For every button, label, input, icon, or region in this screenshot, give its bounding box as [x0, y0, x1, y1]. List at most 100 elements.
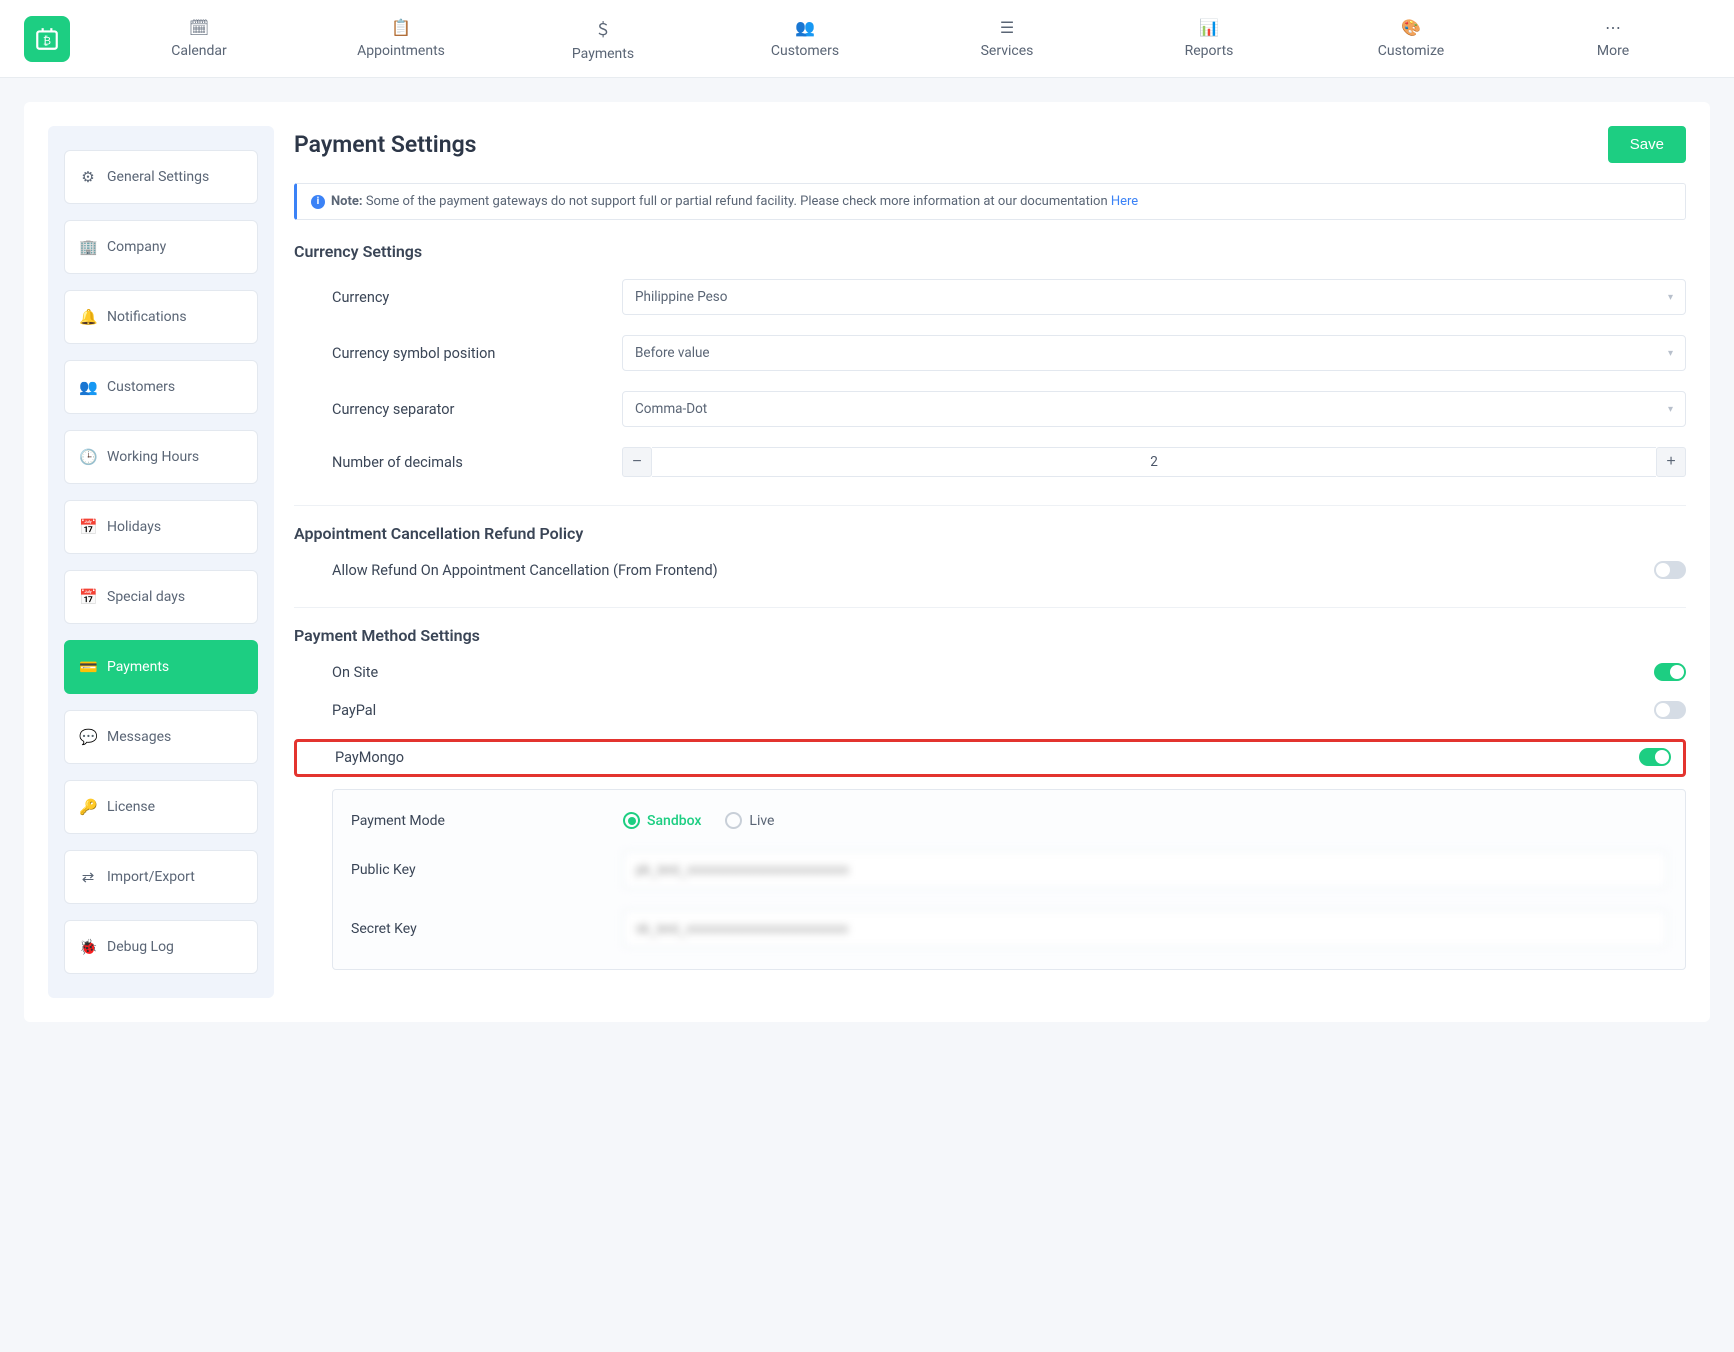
sidebar-icon: 💳: [79, 658, 97, 676]
sidebar-label: Debug Log: [107, 939, 174, 955]
svg-text:₿: ₿: [43, 34, 51, 47]
nav-payments[interactable]: ＄ Payments: [506, 16, 700, 62]
sidebar-label: Notifications: [107, 309, 187, 325]
decimals-label: Number of decimals: [332, 454, 622, 471]
sidebar-item-special-days[interactable]: 📅Special days: [64, 570, 258, 624]
currency-select[interactable]: Philippine Peso ▾: [622, 279, 1686, 315]
nav-label: Services: [981, 43, 1034, 59]
section-title-refund: Appointment Cancellation Refund Policy: [294, 524, 1686, 543]
note-text: Some of the payment gateways do not supp…: [363, 194, 1111, 209]
sidebar-label: Import/Export: [107, 869, 195, 885]
paymongo-highlight: PayMongo: [294, 739, 1686, 777]
page-title: Payment Settings: [294, 131, 476, 158]
sidebar-icon: 🔔: [79, 308, 97, 326]
allow-refund-toggle[interactable]: [1654, 561, 1686, 579]
radio-circle-icon: [725, 812, 742, 829]
calendar-icon: 🗓: [189, 18, 209, 37]
sidebar-item-import-export[interactable]: ⇄ Import/Export: [64, 850, 258, 904]
sidebar-icon: 📅: [79, 518, 97, 536]
sidebar-label: License: [107, 799, 155, 815]
note-banner: i Note: Some of the payment gateways do …: [294, 183, 1686, 220]
save-button[interactable]: Save: [1608, 126, 1686, 163]
public-key-input[interactable]: [623, 851, 1667, 888]
separator-label: Currency separator: [332, 401, 622, 418]
sidebar-item-working-hours[interactable]: 🕒 Working Hours: [64, 430, 258, 484]
nav-more[interactable]: ⋯ More: [1516, 18, 1710, 59]
decrement-button[interactable]: −: [622, 447, 652, 477]
sidebar-label: Holidays: [107, 519, 161, 535]
sidebar-icon: 💬: [79, 728, 97, 746]
separator-select[interactable]: Comma-Dot ▾: [622, 391, 1686, 427]
radio-sandbox[interactable]: Sandbox: [623, 812, 701, 829]
sidebar-icon: ⇄: [79, 868, 97, 886]
decimals-value: 2: [652, 447, 1656, 477]
allow-refund-label: Allow Refund On Appointment Cancellation…: [332, 562, 718, 579]
nav-label: Customers: [771, 43, 839, 59]
nav-calendar[interactable]: 🗓 Calendar: [102, 18, 296, 59]
note-prefix: Note:: [331, 194, 363, 209]
nav-customers[interactable]: 👥 Customers: [708, 18, 902, 59]
sidebar-item-company[interactable]: 🏢 Company: [64, 220, 258, 274]
reports-icon: 📊: [1199, 18, 1219, 37]
sidebar-icon: 🕒: [79, 448, 97, 466]
more-icon: ⋯: [1605, 18, 1621, 37]
nav-customize[interactable]: 🎨 Customize: [1314, 18, 1508, 59]
public-key-label: Public Key: [351, 862, 623, 878]
event-icon: 📋: [391, 18, 411, 37]
sidebar-item-messages[interactable]: 💬 Messages: [64, 710, 258, 764]
sidebar-icon: 📅: [79, 588, 97, 606]
nav-label: Payments: [572, 46, 634, 62]
paypal-label: PayPal: [332, 702, 376, 719]
secret-key-label: Secret Key: [351, 921, 623, 937]
sidebar-item-holidays[interactable]: 📅 Holidays: [64, 500, 258, 554]
sidebar-label: Customers: [107, 379, 175, 395]
sidebar-icon: 🏢: [79, 238, 97, 256]
nav-appointments[interactable]: 📋 Appointments: [304, 18, 498, 59]
chevron-down-icon: ▾: [1668, 404, 1673, 415]
sidebar-item-customers[interactable]: 👥 Customers: [64, 360, 258, 414]
sidebar-item-general-settings[interactable]: ⚙ General Settings: [64, 150, 258, 204]
sidebar-icon: 🔑: [79, 798, 97, 816]
paymongo-config: Payment Mode Sandbox Live: [332, 789, 1686, 970]
sidebar-item-notifications[interactable]: 🔔 Notifications: [64, 290, 258, 344]
decimals-stepper: − 2 +: [622, 447, 1686, 477]
sidebar-icon: 👥: [79, 378, 97, 396]
sidebar-item-payments[interactable]: 💳Payments: [64, 640, 258, 694]
sidebar-item-debug-log[interactable]: 🐞 Debug Log: [64, 920, 258, 974]
app-logo[interactable]: ₿: [24, 16, 70, 62]
sidebar-label: General Settings: [107, 169, 209, 185]
currency-label: Currency: [332, 289, 622, 306]
payment-mode-label: Payment Mode: [351, 813, 623, 829]
dollar-icon: ＄: [595, 16, 611, 40]
nav-reports[interactable]: 📊 Reports: [1112, 18, 1306, 59]
symbol-position-select[interactable]: Before value ▾: [622, 335, 1686, 371]
sidebar-label: Company: [107, 239, 166, 255]
sidebar-icon: 🐞: [79, 938, 97, 956]
note-link[interactable]: Here: [1111, 194, 1138, 209]
increment-button[interactable]: +: [1656, 447, 1686, 477]
onsite-toggle[interactable]: [1654, 663, 1686, 681]
nav-label: Customize: [1378, 43, 1444, 59]
symbol-position-label: Currency symbol position: [332, 345, 622, 362]
services-icon: ☰: [1000, 18, 1014, 37]
paymongo-label: PayMongo: [335, 749, 404, 766]
section-title-currency: Currency Settings: [294, 242, 1686, 261]
section-title-methods: Payment Method Settings: [294, 626, 1686, 645]
radio-circle-icon: [623, 812, 640, 829]
sidebar-icon: ⚙: [79, 168, 97, 186]
sidebar-label: Working Hours: [107, 449, 199, 465]
nav-services[interactable]: ☰ Services: [910, 18, 1104, 59]
nav-label: Reports: [1185, 43, 1234, 59]
settings-sidebar: ⚙ General Settings 🏢 Company 🔔 Notifications 👥…: [48, 126, 274, 998]
paypal-toggle[interactable]: [1654, 701, 1686, 719]
radio-live[interactable]: Live: [725, 812, 774, 829]
sidebar-label: Messages: [107, 729, 171, 745]
secret-key-input[interactable]: [623, 910, 1667, 947]
nav-label: More: [1597, 43, 1629, 59]
paymongo-toggle[interactable]: [1639, 748, 1671, 766]
customize-icon: 🎨: [1401, 18, 1421, 37]
sidebar-item-license[interactable]: 🔑 License: [64, 780, 258, 834]
nav-label: Calendar: [171, 43, 227, 59]
onsite-label: On Site: [332, 664, 378, 681]
nav-label: Appointments: [357, 43, 445, 59]
